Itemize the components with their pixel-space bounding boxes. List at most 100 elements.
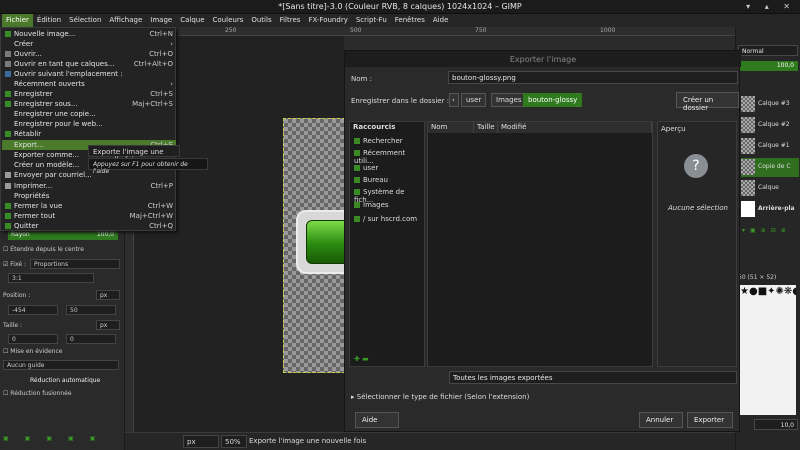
help-label: Aide: [362, 416, 378, 424]
grow-from-center-checkbox[interactable]: ☐ Étendre depuis le centre: [3, 246, 84, 253]
highlight-checkbox[interactable]: ☐ Mise en évidence: [3, 348, 62, 355]
export-button[interactable]: Exporter: [687, 412, 733, 428]
create-folder-button[interactable]: Créer un dossier: [676, 92, 739, 112]
shrink-merged-checkbox[interactable]: ☐ Réduction fusionnée: [3, 390, 72, 397]
print-icon: [5, 183, 11, 189]
menu-item-properties[interactable]: Propriétés: [2, 191, 176, 201]
layer-thumbnail: [741, 117, 755, 133]
fixed-mode-select[interactable]: Proportions: [30, 259, 120, 269]
email-icon: [5, 172, 11, 178]
menu-item-quit[interactable]: Quitter Ctrl+Q: [2, 221, 176, 231]
layer-mode-select[interactable]: Normal: [738, 45, 798, 56]
layer-row[interactable]: Arrière-pla: [737, 200, 799, 219]
layer-opacity-slider[interactable]: 100,0: [738, 61, 798, 71]
help-button[interactable]: Aide: [355, 412, 399, 428]
files-list[interactable]: Nom Taille Modifié: [427, 121, 653, 367]
position-x-input[interactable]: -454: [8, 305, 58, 315]
size-h-input[interactable]: 0: [66, 334, 116, 344]
filter-select[interactable]: Toutes les images exportées: [449, 371, 737, 384]
size-w-input[interactable]: 0: [8, 334, 58, 344]
position-unit-select[interactable]: px: [96, 290, 120, 300]
menu-item-open[interactable]: Ouvrir... Ctrl+O: [2, 49, 176, 59]
menu-item-print[interactable]: Imprimer... Ctrl+P: [2, 181, 176, 191]
layers-dock: Normal 100,0 Calque #3 Calque #2 Calque …: [735, 27, 800, 450]
menu-item-close-view[interactable]: Fermer la vue Ctrl+W: [2, 201, 176, 211]
menu-item-label: Quitter: [14, 222, 39, 230]
place-network[interactable]: / sur hscrd.com: [354, 215, 417, 223]
menu-fichier[interactable]: Fichier: [2, 14, 33, 27]
place-images[interactable]: Images: [354, 201, 389, 209]
menu-script-fu[interactable]: Script-Fu: [352, 14, 391, 27]
place-label: Bureau: [363, 176, 388, 184]
ratio-input[interactable]: 3:1: [8, 273, 94, 283]
file-type-expander[interactable]: ▸ Sélectionner le type de fichier (Selon…: [351, 393, 529, 401]
guide-select[interactable]: Aucun guide: [3, 360, 119, 370]
place-search[interactable]: Rechercher: [354, 137, 403, 145]
layer-thumbnail: [741, 201, 755, 217]
layer-actions-icons[interactable]: ▾▣⊕⊟⊕: [742, 227, 791, 234]
column-name[interactable]: Nom: [428, 122, 474, 133]
crumb-user[interactable]: user: [461, 93, 487, 107]
fixed-checkbox[interactable]: ☑ Fixé :: [3, 261, 26, 268]
horizontal-ruler[interactable]: 250 500 750 1000: [125, 27, 735, 36]
dialog-title: Exporter l'image: [345, 51, 741, 67]
menu-filtres[interactable]: Filtres: [276, 14, 305, 27]
column-modified[interactable]: Modifié: [498, 122, 652, 133]
menu-item-save-web[interactable]: Enregistrer pour le web...: [2, 119, 176, 129]
submenu-arrow-icon: ›: [170, 80, 173, 88]
help-tooltip: Appuyez sur F1 pour obtenir de l'aide: [88, 158, 208, 175]
menu-item-new-image[interactable]: Nouvelle image... Ctrl+N: [2, 29, 176, 39]
place-user[interactable]: user: [354, 164, 378, 172]
places-add-remove-icons[interactable]: ✚ ▬: [354, 355, 369, 363]
place-desktop[interactable]: Bureau: [354, 176, 388, 184]
layer-row-selected[interactable]: Copie de C: [737, 158, 799, 177]
crumb-images[interactable]: Images: [491, 93, 527, 107]
menu-item-send-email[interactable]: Envoyer par courriel...: [2, 170, 176, 180]
menu-item-label: Ouvrir...: [14, 50, 42, 58]
layer-row[interactable]: Calque #2: [737, 116, 799, 135]
column-size[interactable]: Taille: [474, 122, 498, 133]
layer-thumbnail: [741, 96, 755, 112]
menu-edition[interactable]: Édition: [33, 14, 65, 27]
menu-item-open-as-layers[interactable]: Ouvrir en tant que calques... Ctrl+Alt+O: [2, 59, 176, 69]
close-view-icon: [5, 203, 11, 209]
size-unit-select[interactable]: px: [96, 320, 120, 330]
window-controls[interactable]: ▾ ▴ ✕: [746, 2, 796, 11]
menu-fx-foundry[interactable]: FX-Foundry: [304, 14, 351, 27]
menu-fenetres[interactable]: Fenêtres: [391, 14, 429, 27]
menu-affichage[interactable]: Affichage: [105, 14, 146, 27]
preview-panel: Aperçu ? Aucune sélection: [657, 121, 737, 367]
layer-row[interactable]: Calque: [737, 179, 799, 198]
menu-item-open-location[interactable]: Ouvrir suivant l'emplacement :: [2, 69, 176, 79]
auto-shrink-button[interactable]: Réduction automatique: [30, 377, 100, 384]
menu-aide[interactable]: Aide: [429, 14, 452, 27]
menu-selection[interactable]: Sélection: [65, 14, 105, 27]
cancel-button[interactable]: Annuler: [639, 412, 683, 428]
menu-outils[interactable]: Outils: [247, 14, 275, 27]
menu-item-revert[interactable]: Rétablir: [2, 129, 176, 139]
unit-select[interactable]: px: [183, 435, 219, 448]
desktop-icon: [354, 177, 360, 183]
menu-item-create[interactable]: Créer ›: [2, 39, 176, 49]
brush-grid[interactable]: ★●■✦✺❋●✱⁂✹❊●✶✺❋●✳✦✹❊●✱⁂✺: [740, 285, 796, 415]
menu-image[interactable]: Image: [146, 14, 176, 27]
layer-row[interactable]: Calque #3: [737, 95, 799, 114]
rayon-slider[interactable]: Rayon 100,0: [8, 230, 118, 240]
menu-item-save[interactable]: Enregistrer Ctrl+S: [2, 89, 176, 99]
menu-calque[interactable]: Calque: [176, 14, 208, 27]
position-y-input[interactable]: 50: [66, 305, 116, 315]
menu-item-save-copy[interactable]: Enregistrer une copie...: [2, 109, 176, 119]
menu-item-recent[interactable]: Récemment ouverts ›: [2, 79, 176, 89]
crumb-back-arrow[interactable]: ‹: [449, 93, 459, 107]
menu-item-close-all[interactable]: Fermer tout Maj+Ctrl+W: [2, 211, 176, 221]
menu-couleurs[interactable]: Couleurs: [209, 14, 248, 27]
layer-thumbnail: [741, 180, 755, 196]
tool-options-footer-icons[interactable]: ▣▣▣▣▣: [3, 435, 111, 442]
filename-input[interactable]: bouton-glossy.png: [448, 71, 738, 84]
layer-row[interactable]: Calque #1: [737, 137, 799, 156]
place-recent[interactable]: Récemment utili...: [354, 149, 424, 165]
zoom-select[interactable]: 50%: [221, 435, 247, 448]
brush-spacing-input[interactable]: 10,0: [754, 419, 798, 430]
crumb-bouton-glossy[interactable]: bouton-glossy: [523, 93, 583, 107]
menu-item-save-as[interactable]: Enregistrer sous... Maj+Ctrl+S: [2, 99, 176, 109]
